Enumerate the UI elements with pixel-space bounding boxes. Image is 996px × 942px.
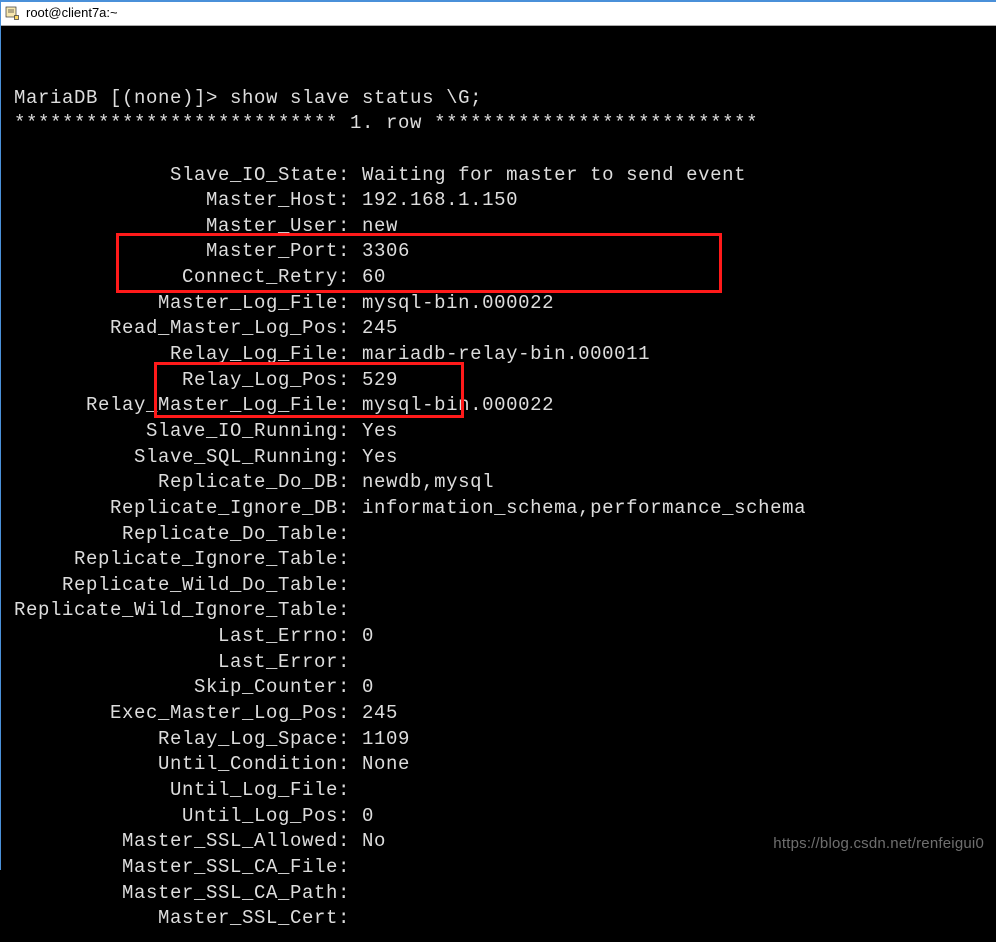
- row-header: *************************** 1. row *****…: [14, 112, 758, 134]
- terminal-output[interactable]: MariaDB [(none)]> show slave status \G; …: [0, 26, 996, 942]
- watermark-text: https://blog.csdn.net/renfeigui0: [773, 835, 984, 852]
- window-titlebar: root@client7a:~: [0, 0, 996, 26]
- putty-icon: [4, 5, 20, 21]
- status-lines: Slave_IO_State: Waiting for master to se…: [14, 164, 806, 930]
- prompt-line: MariaDB [(none)]> show slave status \G;: [14, 87, 482, 109]
- window-title-text: root@client7a:~: [26, 5, 118, 20]
